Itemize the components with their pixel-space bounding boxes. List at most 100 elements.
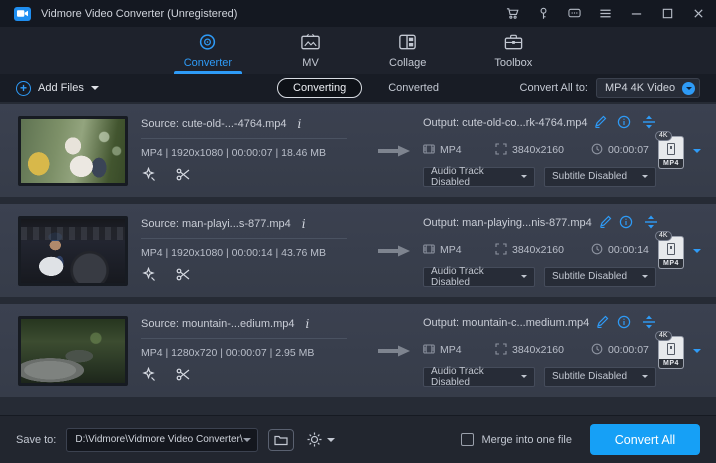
audio-track-dropdown[interactable]: Audio Track Disabled bbox=[423, 267, 535, 287]
duration-clock-icon bbox=[591, 243, 603, 258]
output-resolution: 3840x2160 bbox=[512, 144, 564, 156]
source-filename: Source: mountain-...edium.mp4 bbox=[141, 318, 294, 330]
chevron-down-icon[interactable] bbox=[693, 349, 701, 357]
minimize-icon[interactable] bbox=[628, 6, 644, 22]
format-film-icon bbox=[423, 243, 435, 258]
file-row: Source: mountain-...edium.mp4 i MP4 | 12… bbox=[0, 304, 716, 397]
cut-scissors-icon[interactable] bbox=[176, 367, 191, 385]
output-filename: Output: mountain-c...medium.mp4 bbox=[423, 317, 589, 329]
doc-film-glyph bbox=[667, 143, 675, 155]
video-thumbnail[interactable] bbox=[18, 216, 128, 286]
output-format-badge[interactable]: 4K MP4 bbox=[656, 331, 686, 371]
converter-disc-icon bbox=[197, 33, 218, 54]
register-key-icon[interactable] bbox=[535, 6, 551, 22]
source-info-icon[interactable]: i bbox=[296, 117, 304, 131]
tab-collage[interactable]: Collage bbox=[375, 27, 440, 74]
tab-toolbox[interactable]: Toolbox bbox=[480, 27, 546, 74]
merge-label: Merge into one file bbox=[482, 434, 573, 446]
chevron-down-icon[interactable] bbox=[693, 249, 701, 257]
rename-pencil-icon[interactable] bbox=[599, 215, 612, 231]
subtitle-value: Subtitle Disabled bbox=[552, 371, 627, 382]
chevron-down-icon bbox=[642, 375, 648, 381]
source-info-icon[interactable]: i bbox=[300, 217, 308, 231]
chevron-down-icon bbox=[642, 275, 648, 281]
open-folder-button[interactable] bbox=[268, 429, 294, 451]
output-filename: Output: cute-old-co...rk-4764.mp4 bbox=[423, 117, 587, 129]
close-icon[interactable] bbox=[690, 6, 706, 22]
maximize-icon[interactable] bbox=[659, 6, 675, 22]
menu-icon[interactable] bbox=[597, 6, 613, 22]
file-row: Source: cute-old-...-4764.mp4 i MP4 | 19… bbox=[0, 104, 716, 197]
source-info-icon[interactable]: i bbox=[303, 317, 311, 331]
settings-button[interactable] bbox=[306, 431, 335, 448]
subtitle-dropdown[interactable]: Subtitle Disabled bbox=[544, 267, 656, 287]
gear-icon bbox=[306, 431, 323, 448]
collapse-expand-icon[interactable] bbox=[644, 215, 658, 232]
save-path-dropdown[interactable]: D:\Vidmore\Vidmore Video Converter\Conve… bbox=[66, 428, 258, 452]
rename-pencil-icon[interactable] bbox=[596, 315, 609, 331]
rename-pencil-icon[interactable] bbox=[594, 115, 607, 131]
subtitle-dropdown[interactable]: Subtitle Disabled bbox=[544, 367, 656, 387]
output-info-icon[interactable] bbox=[617, 315, 631, 332]
cut-scissors-icon[interactable] bbox=[176, 267, 191, 285]
tab-mv[interactable]: MV bbox=[286, 27, 335, 74]
doc-film-glyph bbox=[667, 243, 675, 255]
arrow-right-icon bbox=[365, 244, 423, 258]
edit-effects-icon[interactable] bbox=[141, 367, 156, 385]
tab-converter[interactable]: Converter bbox=[170, 27, 246, 74]
tab-converting[interactable]: Converting bbox=[277, 78, 362, 98]
output-duration: 00:00:07 bbox=[608, 344, 649, 356]
collapse-expand-icon[interactable] bbox=[642, 315, 656, 332]
duration-clock-icon bbox=[591, 143, 603, 158]
video-thumbnail[interactable] bbox=[18, 316, 128, 386]
titlebar: Vidmore Video Converter (Unregistered) bbox=[0, 0, 716, 27]
source-filename: Source: cute-old-...-4764.mp4 bbox=[141, 118, 287, 130]
merge-into-one-file-option[interactable]: Merge into one file bbox=[461, 433, 573, 446]
add-files-label: Add Files bbox=[38, 82, 84, 94]
arrow-right-icon bbox=[365, 344, 423, 358]
merge-checkbox[interactable] bbox=[461, 433, 474, 446]
output-format-badge[interactable]: 4K MP4 bbox=[656, 131, 686, 171]
output-info-icon[interactable] bbox=[619, 215, 633, 232]
tab-label: Toolbox bbox=[494, 57, 532, 69]
save-to-label: Save to: bbox=[16, 434, 56, 446]
chevron-down-icon bbox=[521, 275, 527, 281]
badge-format-label: MP4 bbox=[659, 359, 683, 368]
output-format: MP4 bbox=[440, 344, 462, 356]
file-list: Source: cute-old-...-4764.mp4 i MP4 | 19… bbox=[0, 102, 716, 415]
divider bbox=[141, 138, 347, 139]
output-format-badge[interactable]: 4K MP4 bbox=[656, 231, 686, 271]
edit-effects-icon[interactable] bbox=[141, 167, 156, 185]
collapse-expand-icon[interactable] bbox=[642, 115, 656, 132]
divider bbox=[141, 338, 347, 339]
audio-track-dropdown[interactable]: Audio Track Disabled bbox=[423, 367, 535, 387]
cart-icon[interactable] bbox=[504, 6, 520, 22]
feedback-icon[interactable] bbox=[566, 6, 582, 22]
video-thumbnail[interactable] bbox=[18, 116, 128, 186]
audio-track-dropdown[interactable]: Audio Track Disabled bbox=[423, 167, 535, 187]
convert-all-button[interactable]: Convert All bbox=[590, 424, 700, 455]
output-duration: 00:00:14 bbox=[608, 244, 649, 256]
chevron-down-icon bbox=[243, 438, 251, 446]
output-filename: Output: man-playing...nis-877.mp4 bbox=[423, 217, 592, 229]
output-info-icon[interactable] bbox=[617, 115, 631, 132]
chevron-down-icon bbox=[521, 375, 527, 381]
app-logo-icon bbox=[14, 7, 31, 21]
cut-scissors-icon[interactable] bbox=[176, 167, 191, 185]
subtitle-dropdown[interactable]: Subtitle Disabled bbox=[544, 167, 656, 187]
convert-all-to-dropdown[interactable]: MP4 4K Video bbox=[596, 78, 700, 98]
format-film-icon bbox=[423, 143, 435, 158]
chevron-down-icon[interactable] bbox=[693, 149, 701, 157]
chevron-down-icon bbox=[682, 82, 695, 95]
subtitle-value: Subtitle Disabled bbox=[552, 171, 627, 182]
source-meta: MP4 | 1280x720 | 00:00:07 | 2.95 MB bbox=[141, 347, 365, 359]
output-format: MP4 bbox=[440, 144, 462, 156]
resolution-resize-icon bbox=[495, 243, 507, 258]
toolbar: + Add Files Converting Converted Convert… bbox=[0, 74, 716, 102]
tab-converted[interactable]: Converted bbox=[388, 82, 439, 94]
add-files-button[interactable]: + Add Files bbox=[16, 81, 99, 96]
main-nav: Converter MV Collage Toolbox bbox=[0, 27, 716, 74]
edit-effects-icon[interactable] bbox=[141, 267, 156, 285]
audio-track-value: Audio Track Disabled bbox=[431, 166, 521, 188]
audio-track-value: Audio Track Disabled bbox=[431, 366, 521, 388]
